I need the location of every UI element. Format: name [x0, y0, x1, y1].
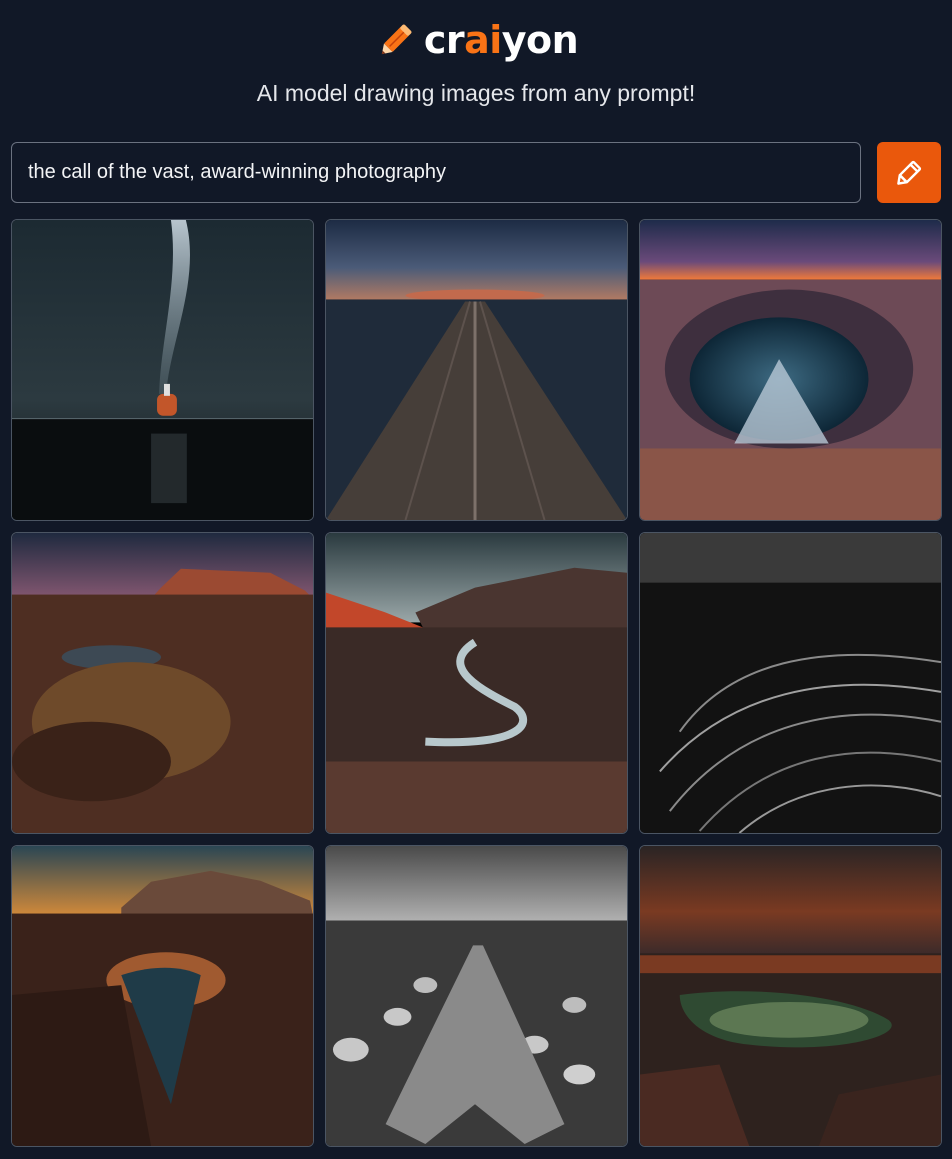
logo-suffix: yon	[501, 18, 579, 62]
prompt-input[interactable]	[11, 142, 861, 203]
image-milky-way-lake	[12, 220, 313, 520]
result-image-5[interactable]	[325, 532, 628, 834]
result-image-4[interactable]	[11, 532, 314, 834]
pencil-icon	[381, 24, 412, 55]
image-monochrome-stones	[326, 846, 627, 1146]
image-river-valley	[326, 533, 627, 833]
draw-button[interactable]	[877, 142, 941, 203]
craiyon-logo[interactable]: craiyon	[0, 12, 952, 68]
image-canyon-pool-sunset	[12, 846, 313, 1146]
result-image-6[interactable]	[639, 532, 942, 834]
logo-wordmark: craiyon	[423, 18, 579, 62]
image-crater-lake	[640, 220, 941, 520]
result-image-8[interactable]	[325, 845, 628, 1147]
result-image-3[interactable]	[639, 219, 942, 521]
tagline: AI model drawing images from any prompt!	[256, 80, 696, 106]
image-monochrome-dunes	[640, 533, 941, 833]
result-image-1[interactable]	[11, 219, 314, 521]
pencil-icon	[897, 160, 922, 185]
image-stormy-coast	[640, 846, 941, 1146]
image-grid	[11, 219, 942, 1147]
image-mesa-grassland	[12, 533, 313, 833]
result-image-7[interactable]	[11, 845, 314, 1147]
result-image-9[interactable]	[639, 845, 942, 1147]
result-image-2[interactable]	[325, 219, 628, 521]
logo-prefix: cr	[423, 18, 465, 62]
logo-accent: ai	[464, 18, 502, 62]
image-road-to-horizon	[326, 220, 627, 520]
